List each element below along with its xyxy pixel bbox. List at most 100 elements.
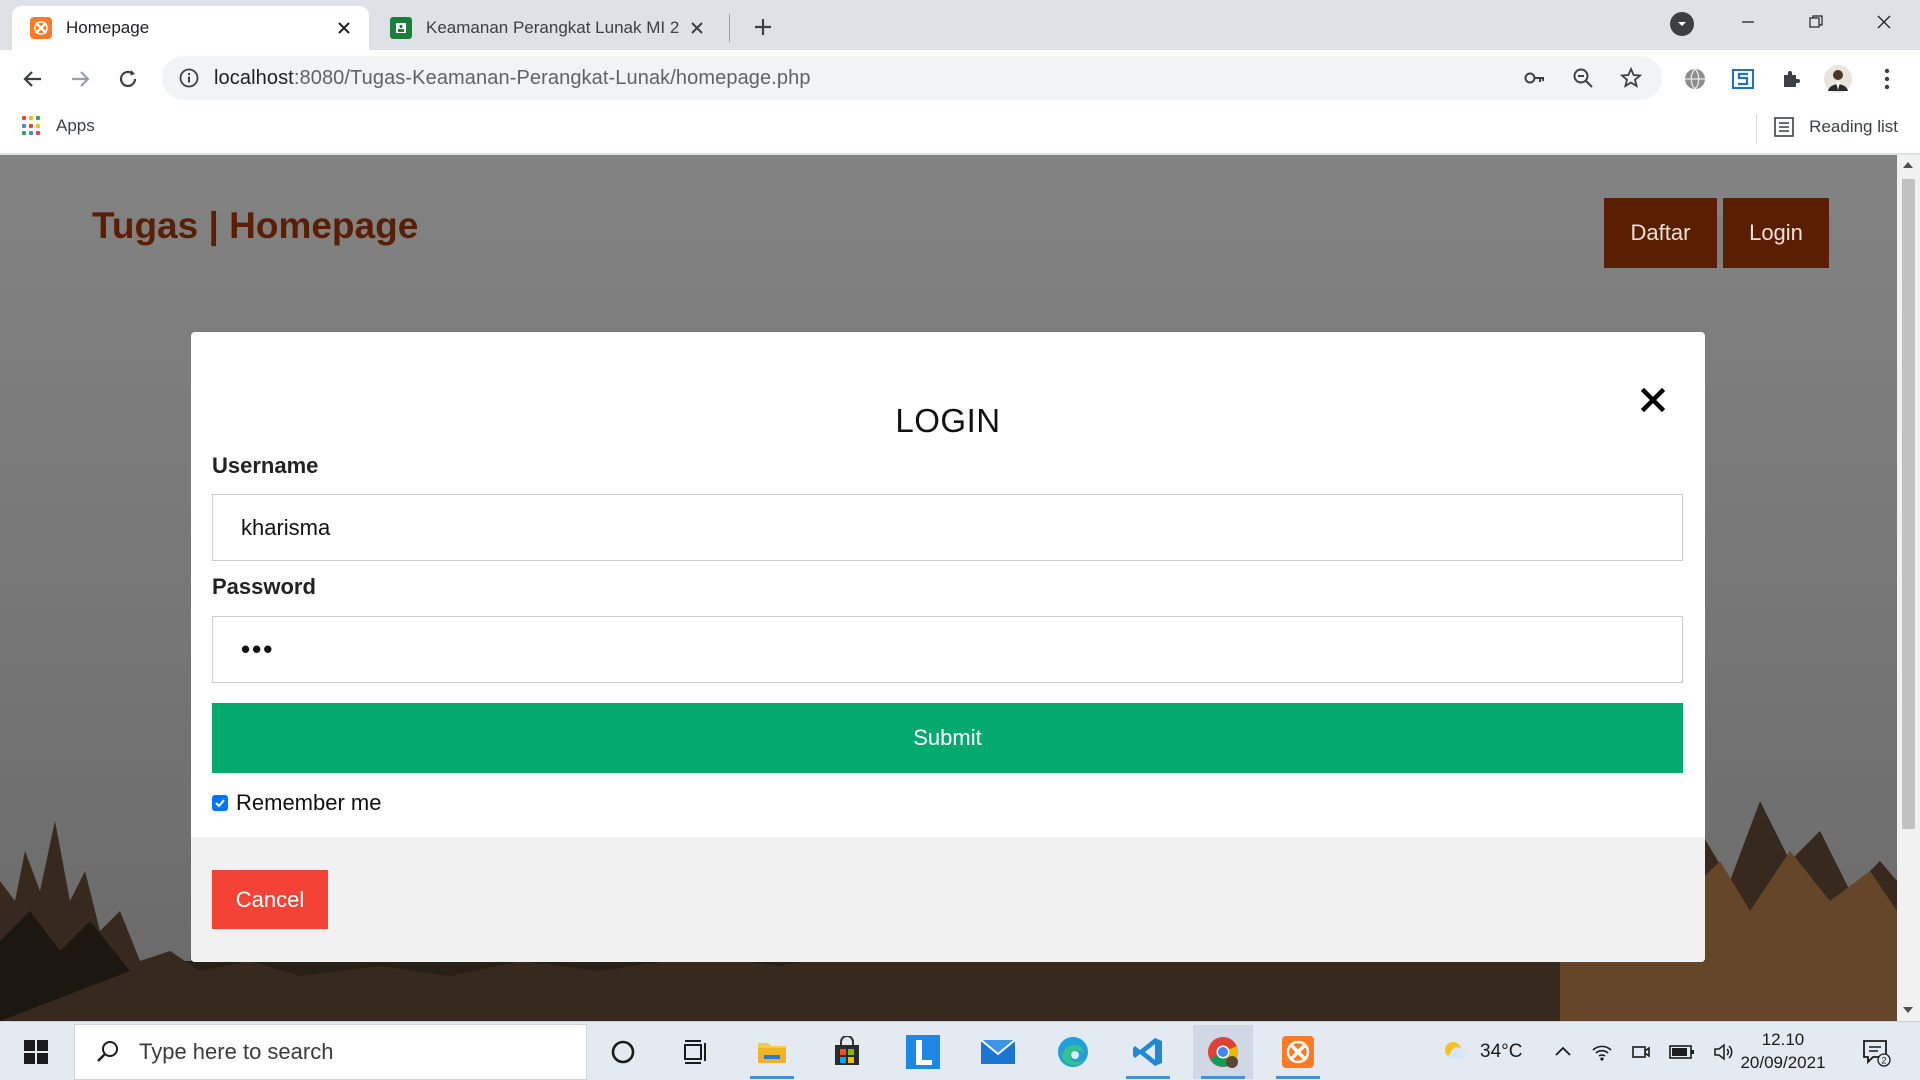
avatar[interactable] xyxy=(1823,64,1853,94)
mail-app[interactable] xyxy=(968,1025,1028,1079)
url-text: localhost:8080/Tugas-Keamanan-Perangkat-… xyxy=(214,67,811,90)
tab-divider xyxy=(729,14,730,42)
close-tab-icon[interactable] xyxy=(333,17,355,39)
search-placeholder: Type here to search xyxy=(139,1039,334,1064)
minimize-icon xyxy=(1742,21,1754,23)
reading-list-button[interactable]: Reading list xyxy=(1773,116,1898,138)
edge-app[interactable] xyxy=(1043,1025,1103,1079)
xampp-app[interactable] xyxy=(1268,1025,1328,1079)
reload-icon xyxy=(119,70,137,88)
scroll-up-icon[interactable] xyxy=(1903,162,1913,168)
bookmarks-bar: Apps Reading list xyxy=(0,106,1920,154)
address-bar-actions xyxy=(1522,56,1654,100)
forward-button[interactable] xyxy=(65,64,95,94)
wifi-icon[interactable] xyxy=(1591,1042,1613,1062)
clock-date: 20/09/2021 xyxy=(1740,1053,1826,1072)
task-view-icon xyxy=(684,1040,706,1064)
sheets-icon xyxy=(390,17,412,39)
edge-icon xyxy=(1058,1037,1088,1067)
checkmark-icon xyxy=(215,799,225,808)
puzzle-icon[interactable] xyxy=(1776,64,1806,94)
weather-sun-icon xyxy=(1445,1041,1467,1059)
clock-time: 12.10 xyxy=(1761,1030,1805,1049)
url-host: localhost xyxy=(214,66,294,89)
weather-widget[interactable]: 34°C xyxy=(1440,1022,1522,1080)
system-tray xyxy=(1553,1022,1735,1080)
key-icon[interactable] xyxy=(1522,65,1548,91)
xampp-icon xyxy=(30,17,52,39)
back-button[interactable] xyxy=(18,64,48,94)
menu-icon[interactable] xyxy=(1872,64,1902,94)
globe-extension-icon[interactable] xyxy=(1680,64,1710,94)
taskbar-search[interactable]: Type here to search xyxy=(74,1024,587,1080)
restore-button[interactable] xyxy=(1782,0,1850,44)
chrome-app[interactable] xyxy=(1193,1025,1253,1079)
arrow-left-icon xyxy=(23,71,41,87)
l-app-icon xyxy=(906,1035,940,1069)
minimize-button[interactable] xyxy=(1714,0,1782,44)
tab-title: Homepage xyxy=(66,18,150,37)
task-view-button[interactable] xyxy=(666,1025,726,1079)
close-icon xyxy=(1877,15,1891,29)
address-bar[interactable]: localhost:8080/Tugas-Keamanan-Perangkat-… xyxy=(162,56,1662,100)
close-window-button[interactable] xyxy=(1850,0,1918,44)
chevron-up-icon[interactable] xyxy=(1553,1042,1573,1062)
page-title: Tugas | Homepage xyxy=(92,205,419,246)
chevron-down-icon xyxy=(1678,22,1686,26)
star-icon[interactable] xyxy=(1618,65,1644,91)
info-icon[interactable] xyxy=(178,67,200,89)
password-input[interactable]: ••• xyxy=(212,616,1683,683)
meet-now-icon[interactable] xyxy=(1631,1042,1651,1062)
file-explorer-app[interactable] xyxy=(742,1025,802,1079)
apps-label: Apps xyxy=(56,116,95,135)
reload-button[interactable] xyxy=(113,64,143,94)
tab-search-button[interactable] xyxy=(1670,12,1694,36)
taskbar: Type here to search 34°C 12.10 20/09/202… xyxy=(0,1021,1920,1080)
modal-heading: LOGIN xyxy=(895,402,1001,439)
new-tab-button[interactable] xyxy=(748,12,778,42)
bookmark-divider xyxy=(1756,114,1757,144)
weather-temperature: 34°C xyxy=(1480,1040,1523,1062)
username-label: Username xyxy=(212,453,319,478)
zoom-out-icon[interactable] xyxy=(1570,65,1596,91)
tab-spreadsheet[interactable]: Keamanan Perangkat Lunak MI 2 xyxy=(372,6,722,50)
page-scrollbar[interactable] xyxy=(1897,155,1920,1021)
browser-tab-strip: Homepage Keamanan Perangkat Lunak MI 2 xyxy=(0,0,1920,50)
store-app[interactable] xyxy=(817,1025,877,1079)
remember-me-row: Remember me xyxy=(212,790,381,816)
browser-toolbar: localhost:8080/Tugas-Keamanan-Perangkat-… xyxy=(0,50,1920,106)
battery-icon[interactable] xyxy=(1669,1044,1695,1060)
folder-icon xyxy=(758,1043,786,1063)
s-extension-icon[interactable] xyxy=(1728,64,1758,94)
submit-button[interactable]: Submit xyxy=(212,703,1683,773)
arrow-right-icon xyxy=(72,71,90,87)
page-viewport: Tugas | Homepage Daftar Login LOGIN User… xyxy=(0,155,1897,1021)
vscode-app[interactable] xyxy=(1118,1025,1178,1079)
l-app[interactable] xyxy=(893,1025,953,1079)
chrome-icon xyxy=(1208,1037,1239,1068)
reading-list-label: Reading list xyxy=(1809,117,1898,136)
notification-center-button[interactable]: 2 xyxy=(1852,1022,1900,1080)
cortana-button[interactable] xyxy=(593,1025,653,1079)
restore-icon xyxy=(1809,15,1823,28)
notification-count: 2 xyxy=(1881,1055,1886,1065)
username-input[interactable]: kharisma xyxy=(212,494,1683,561)
start-button[interactable] xyxy=(10,1030,62,1074)
taskbar-clock[interactable]: 12.10 20/09/2021 xyxy=(1730,1028,1836,1074)
xampp-icon xyxy=(1282,1036,1314,1068)
apps-shortcut[interactable]: Apps xyxy=(22,116,95,136)
login-modal: LOGIN Username kharisma Password ••• Sub… xyxy=(191,332,1705,962)
mail-icon xyxy=(980,1039,1016,1064)
cancel-button[interactable]: Cancel xyxy=(212,870,328,929)
register-button[interactable]: Daftar xyxy=(1604,198,1717,268)
scrollbar-thumb[interactable] xyxy=(1902,179,1915,829)
scroll-down-icon[interactable] xyxy=(1903,1007,1913,1013)
remember-me-checkbox[interactable] xyxy=(212,795,228,811)
close-tab-icon[interactable] xyxy=(686,17,708,39)
tab-title: Keamanan Perangkat Lunak MI 2 xyxy=(426,18,680,37)
url-path: :8080/Tugas-Keamanan-Perangkat-Lunak/hom… xyxy=(293,66,811,89)
search-icon xyxy=(97,1041,118,1062)
tab-homepage[interactable]: Homepage xyxy=(12,6,369,50)
password-label: Password xyxy=(212,574,316,599)
login-nav-button[interactable]: Login xyxy=(1723,198,1829,268)
